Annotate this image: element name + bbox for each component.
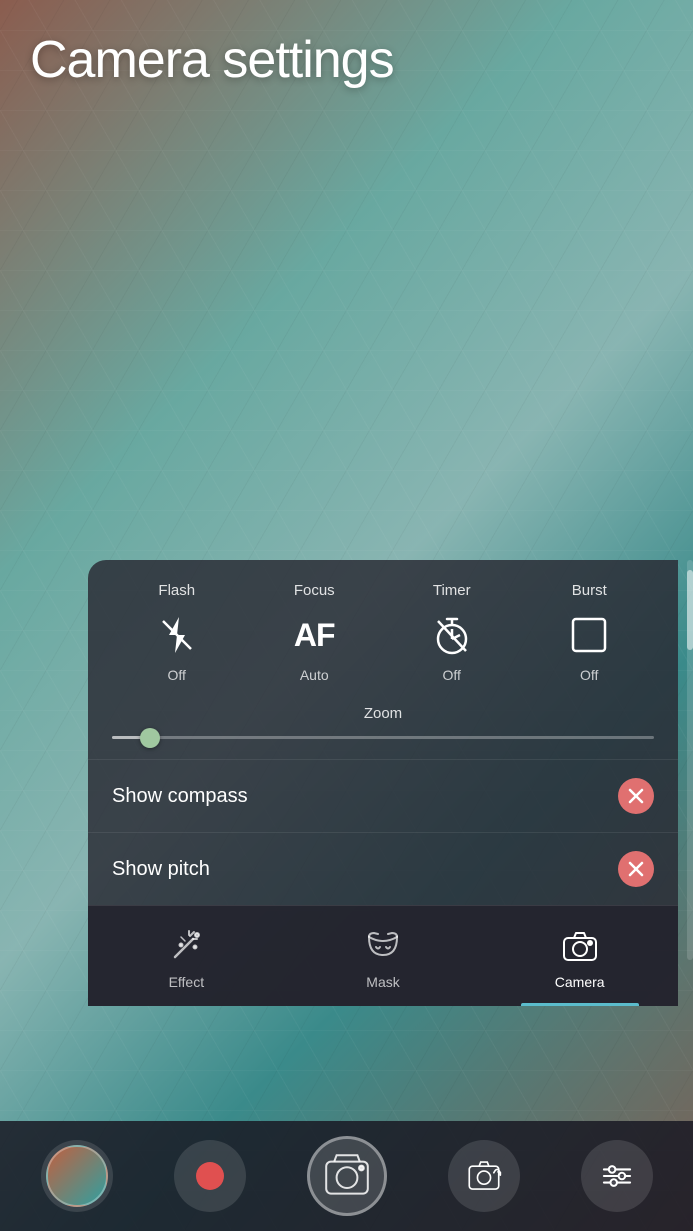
zoom-section: Zoom [88,691,678,759]
flash-off-icon [151,609,203,661]
selfie-button[interactable] [448,1140,520,1212]
page-title: Camera settings [30,30,663,90]
thumbnail-button[interactable] [41,1140,113,1212]
timer-icon [426,609,478,661]
flash-control[interactable]: Flash Off [142,582,212,683]
burst-icon [563,609,615,661]
zoom-label: Zoom [112,705,654,722]
show-pitch-label: Show pitch [112,858,210,881]
burst-control[interactable]: Burst Off [554,582,624,683]
mask-icon [361,924,405,968]
show-compass-toggle[interactable] [618,778,654,814]
show-compass-label: Show compass [112,785,248,808]
tab-camera-label: Camera [555,974,605,990]
zoom-slider-thumb[interactable] [140,728,160,748]
burst-value: Off [580,667,598,683]
effect-icon [164,924,208,968]
thumbnail-preview [46,1145,108,1207]
timer-value: Off [443,667,461,683]
panel-scrollbar[interactable] [687,560,693,960]
zoom-slider-track[interactable] [112,736,654,739]
focus-control[interactable]: Focus AF Auto [279,582,349,683]
tab-effect-label: Effect [169,974,205,990]
focus-value: Auto [300,667,329,683]
show-pitch-row: Show pitch [88,832,678,905]
bottom-nav [0,1121,693,1231]
focus-label: Focus [294,582,335,599]
capture-button[interactable] [307,1136,387,1216]
record-button[interactable] [174,1140,246,1212]
flash-value: Off [168,667,186,683]
tab-mask[interactable]: Mask [285,906,482,1006]
show-compass-row: Show compass [88,759,678,832]
settings-button[interactable] [581,1140,653,1212]
tab-effect[interactable]: Effect [88,906,285,1006]
camera-tab-icon [558,924,602,968]
timer-control[interactable]: Timer Off [417,582,487,683]
scrollbar-thumb [687,570,693,650]
flash-label: Flash [158,582,195,599]
settings-tabs: Effect Mask [88,905,678,1006]
show-pitch-toggle[interactable] [618,851,654,887]
burst-label: Burst [572,582,607,599]
tab-mask-label: Mask [366,974,399,990]
tab-camera[interactable]: Camera [481,906,678,1006]
timer-label: Timer [433,582,471,599]
camera-controls-row: Flash Off Focus AF Auto Timer [88,560,678,691]
record-icon [196,1162,224,1190]
af-icon: AF [288,609,340,661]
settings-panel: Flash Off Focus AF Auto Timer [88,560,678,1006]
